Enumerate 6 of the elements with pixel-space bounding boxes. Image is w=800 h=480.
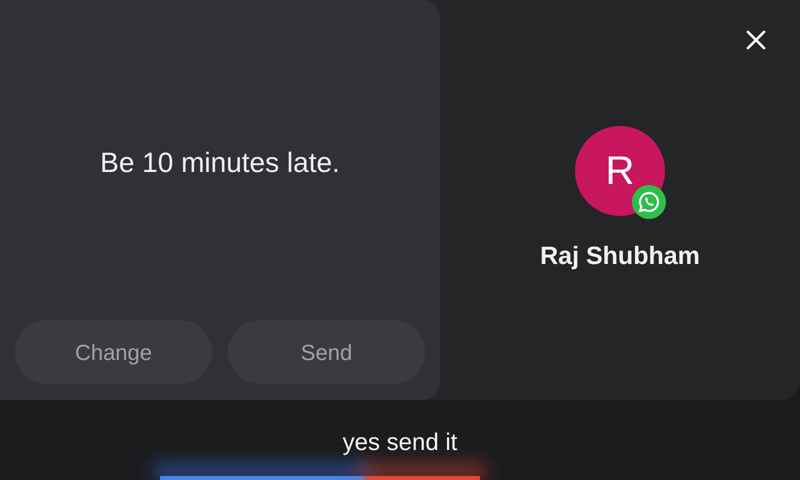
speech-transcript: yes send it: [342, 428, 458, 458]
action-button[interactable]: Change: [15, 320, 212, 384]
contact-name: Raj Shubham: [540, 241, 700, 272]
chat-app-icon: [631, 184, 667, 220]
action-button[interactable]: Send: [228, 320, 425, 384]
message-text: Be 10 minutes late.: [99, 146, 341, 180]
